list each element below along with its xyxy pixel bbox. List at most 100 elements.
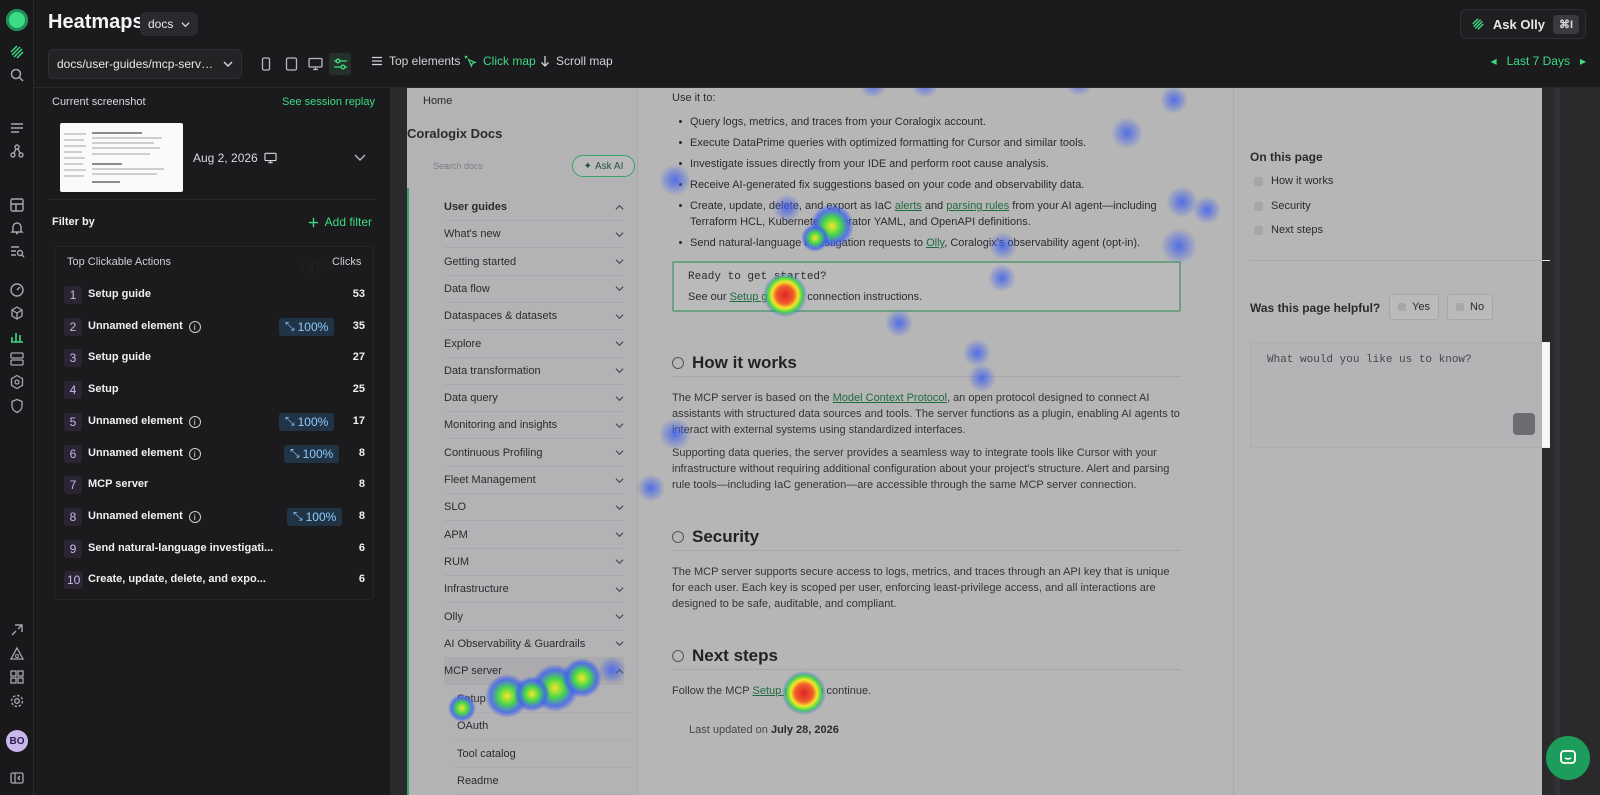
page-path-select[interactable]: docs/user-guides/mcp-server/ove...	[48, 49, 242, 79]
nav-item[interactable]: Continuous Profiling	[444, 440, 624, 467]
alerts-link[interactable]: alerts	[895, 200, 922, 212]
previous-range-icon[interactable]: ◂	[1491, 54, 1497, 68]
date-range-picker[interactable]: ◂ Last 7 Days ▸	[1491, 54, 1586, 68]
alerts-bell-icon[interactable]	[9, 220, 25, 236]
table-row[interactable]: 6 Unnamed element i ⤡ 100% 8	[55, 438, 373, 470]
search-docs-input[interactable]: Search docs	[433, 161, 483, 171]
olly-link[interactable]: Olly	[926, 237, 944, 249]
adjust-sliders-icon[interactable]	[329, 53, 351, 75]
yes-button[interactable]: Yes	[1389, 294, 1439, 320]
ask-ai-label: Ask AI	[595, 160, 624, 172]
nav-item[interactable]: What's new	[444, 221, 624, 249]
nav-item[interactable]: AI Observability & Guardrails	[444, 631, 624, 658]
tablet-device-icon[interactable]	[280, 53, 302, 75]
table-row[interactable]: 8 Unnamed element i ⤡ 100% 8	[55, 501, 373, 533]
dashboards-icon[interactable]	[9, 197, 25, 213]
parsing-rules-link[interactable]: parsing rules	[946, 200, 1009, 212]
nav-item[interactable]: RUM	[444, 549, 624, 576]
nav-item[interactable]: APM	[444, 522, 624, 549]
ask-olly-button[interactable]: Ask Olly ⌘I	[1459, 9, 1586, 39]
preview-scrollbar[interactable]	[1554, 88, 1560, 795]
info-icon[interactable]: i	[188, 415, 201, 428]
model-context-protocol-link[interactable]: Model Context Protocol	[833, 392, 947, 404]
nav-item[interactable]: User guides	[444, 194, 624, 221]
integrations-icon[interactable]	[9, 622, 25, 638]
nav-item[interactable]: Getting started	[444, 249, 624, 276]
rum-chart-icon[interactable]	[9, 328, 25, 344]
shield-icon[interactable]	[9, 398, 25, 414]
nav-item[interactable]: Data transformation	[444, 358, 624, 385]
logs-icon[interactable]	[9, 120, 25, 136]
setup-guide-link[interactable]: Setup guide	[730, 291, 789, 303]
chevron-down-icon[interactable]	[354, 151, 366, 163]
data-stack-icon[interactable]	[9, 351, 25, 367]
scope-select[interactable]: docs	[140, 12, 199, 36]
table-row[interactable]: 7 MCP server 8	[55, 469, 373, 501]
nav-item[interactable]: Data query	[444, 385, 624, 413]
table-row[interactable]: 2 Unnamed element i ⤡ 100% 35	[55, 311, 373, 343]
nav-item[interactable]: Dataspaces & datasets	[444, 303, 624, 331]
date-range-label[interactable]: Last 7 Days	[1507, 54, 1570, 68]
toc-label: How it works	[1271, 175, 1334, 187]
table-row[interactable]: 10 Create, update, delete, and expo... 6	[55, 564, 373, 596]
info-icon[interactable]: i	[188, 447, 201, 460]
next-range-icon[interactable]: ▸	[1580, 54, 1586, 68]
table-row[interactable]: 5 Unnamed element i ⤡ 100% 17	[55, 406, 373, 438]
nav-item[interactable]: Olly	[444, 604, 624, 631]
nav-item[interactable]: SLO	[444, 494, 624, 522]
nav-item[interactable]: Fleet Management	[444, 467, 624, 494]
infra-cube-icon[interactable]	[9, 305, 25, 321]
callout-post: for connection instructions.	[788, 291, 923, 303]
nav-item[interactable]: Data flow	[444, 276, 624, 303]
setup-guide-link[interactable]: Setup guide	[753, 685, 812, 697]
table-row[interactable]: 4 Setup 25	[55, 374, 373, 406]
table-row[interactable]: 3 Setup guide 27	[55, 342, 373, 374]
add-filter-label: Add filter	[324, 215, 372, 229]
nav-item[interactable]: MCP server	[444, 658, 624, 686]
toc-item-security[interactable]: Security	[1254, 200, 1311, 212]
apps-grid-icon[interactable]	[9, 669, 25, 685]
nav-subitem[interactable]: Readme	[455, 768, 638, 795]
send-feedback-button[interactable]	[1513, 413, 1535, 435]
info-icon[interactable]: i	[188, 510, 201, 523]
toc-item-next-steps[interactable]: Next steps	[1254, 224, 1323, 236]
desktop-device-icon[interactable]	[304, 53, 326, 75]
coralogix-logo[interactable]	[6, 9, 28, 31]
nav-subitem[interactable]: Tool catalog	[455, 741, 638, 768]
user-avatar[interactable]: BO	[6, 730, 28, 752]
add-filter-button[interactable]: Add filter	[308, 215, 372, 229]
query-icon[interactable]	[9, 243, 25, 259]
ask-ai-button[interactable]: ✦ Ask AI	[572, 155, 635, 177]
chat-support-button[interactable]	[1546, 736, 1590, 780]
nav-item[interactable]: Infrastructure	[444, 576, 624, 604]
collapse-sidebar-icon[interactable]	[9, 770, 25, 786]
settings-gear-icon[interactable]	[9, 693, 25, 709]
column-type: Type	[297, 256, 336, 275]
traces-icon[interactable]	[9, 143, 25, 159]
apm-gauge-icon[interactable]	[9, 282, 25, 298]
no-button[interactable]: No	[1447, 294, 1494, 320]
search-icon[interactable]	[9, 67, 25, 83]
nav-subitem[interactable]: OAuth	[455, 713, 638, 741]
security-hex-icon[interactable]	[9, 374, 25, 390]
table-row[interactable]: 9 Send natural-language investigati... 6	[55, 533, 373, 565]
action-label: Send natural-language investigati...	[88, 542, 273, 554]
mode-click-map[interactable]: Click map	[464, 54, 536, 68]
session-replay-link[interactable]: See session replay	[282, 96, 375, 108]
mobile-device-icon[interactable]	[255, 53, 277, 75]
screenshot-thumbnail[interactable]	[60, 123, 183, 192]
nav-item[interactable]: Explore	[444, 331, 624, 358]
nav-subitem[interactable]: Setup	[455, 686, 638, 713]
extensions-icon[interactable]	[9, 646, 25, 662]
mode-top-elements[interactable]: Top elements	[371, 54, 460, 68]
olly-icon[interactable]	[9, 44, 25, 60]
docs-title[interactable]: Coralogix Docs	[407, 126, 502, 141]
info-icon[interactable]: i	[188, 320, 201, 333]
feedback-textarea[interactable]: What would you like us to know?	[1250, 342, 1550, 448]
table-row[interactable]: 1 Setup guide 53	[55, 279, 373, 311]
table-header: Top Clickable Actions Type Clicks	[55, 247, 373, 279]
mode-scroll-map[interactable]: Scroll map	[540, 54, 613, 68]
nav-item[interactable]: Monitoring and insights	[444, 412, 624, 440]
home-link[interactable]: Home	[423, 95, 452, 107]
toc-item-how-it-works[interactable]: How it works	[1254, 175, 1333, 187]
